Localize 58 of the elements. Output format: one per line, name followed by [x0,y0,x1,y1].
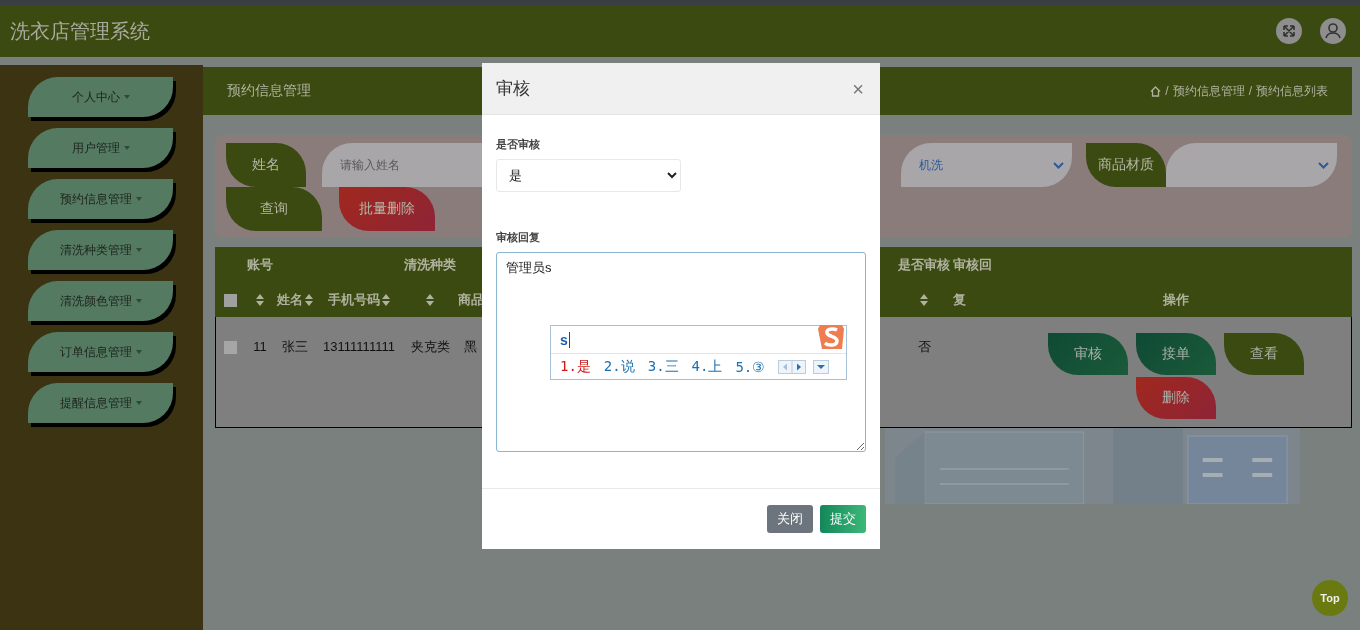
review-button[interactable]: 审核 [1047,333,1128,375]
table-cell: 夹克类 [403,317,457,428]
search-button[interactable]: 查询 [226,187,322,231]
table-cell: 黑 [457,317,484,428]
caret-icon [135,401,142,405]
home-icon[interactable] [1150,85,1162,97]
caret-icon [135,299,142,303]
dropdown-icon[interactable] [813,359,830,374]
ime-candidate[interactable]: 5.③ [735,358,766,375]
field-label: 审核回复 [496,230,541,245]
column-label[interactable]: 操作 [1163,282,1189,317]
caret-icon [135,197,142,201]
ime-composition: s [560,331,570,348]
ime-candidate[interactable]: 3.三 [647,357,679,376]
page-arrows-icon[interactable] [778,359,807,374]
column-label[interactable]: 姓名 [277,282,303,317]
field-label: 姓名 [226,143,306,187]
column-label[interactable]: 审核回复 [953,247,1000,317]
close-dialog-button[interactable]: 关闭 [767,505,813,533]
close-button[interactable]: × [850,78,866,99]
ime-candidate[interactable]: 2.说 [603,357,635,376]
table-cell: 13111111111 [315,317,403,428]
batch-delete-button[interactable]: 批量删除 [339,187,435,231]
table-cell: 张三 [275,317,315,428]
select-field[interactable] [1166,143,1337,187]
select-field[interactable]: 机洗 [901,143,1072,187]
page-title: 预约信息管理 [227,82,311,100]
fullscreen-icon[interactable] [1276,18,1302,44]
dialog-title: 审核 [496,78,530,100]
checkbox[interactable] [223,293,237,307]
app-title: 洗衣店管理系统 [10,18,151,44]
column-label[interactable]: 手机号码 [328,282,380,317]
table-cell: 11 [245,317,275,428]
delete-button[interactable]: 删除 [1135,377,1216,419]
column-label[interactable]: 清洗种类 [404,247,456,282]
ime-candidate[interactable]: 1.是 [560,357,591,376]
field-label: 商品材质 [1086,143,1166,187]
back-to-top-button[interactable]: Top [1312,580,1348,616]
breadcrumb-link[interactable]: 预约信息管理 [1172,82,1245,100]
chevron-down-icon [1318,161,1329,169]
submit-button[interactable]: 提交 [820,505,866,533]
breadcrumb-separator: / [1165,84,1169,98]
caret-icon [135,350,142,354]
ime-candidate[interactable]: 4.上 [691,357,723,376]
caret-icon [123,95,130,99]
review-select[interactable]: 是 [496,159,681,192]
chevron-down-icon [1053,161,1064,169]
user-icon[interactable] [1320,18,1346,44]
column-label[interactable]: 账号 [247,247,273,282]
accept-button[interactable]: 接单 [1135,333,1216,375]
view-button[interactable]: 查看 [1223,333,1304,375]
breadcrumb-separator: / [1248,84,1252,98]
checkbox[interactable] [224,341,237,354]
table-cell: 否 [895,317,953,428]
column-label[interactable]: 是否审核 [898,247,950,282]
caret-icon [123,146,130,150]
breadcrumb-link[interactable]: 预约信息列表 [1256,82,1328,100]
caret-icon [135,248,142,252]
